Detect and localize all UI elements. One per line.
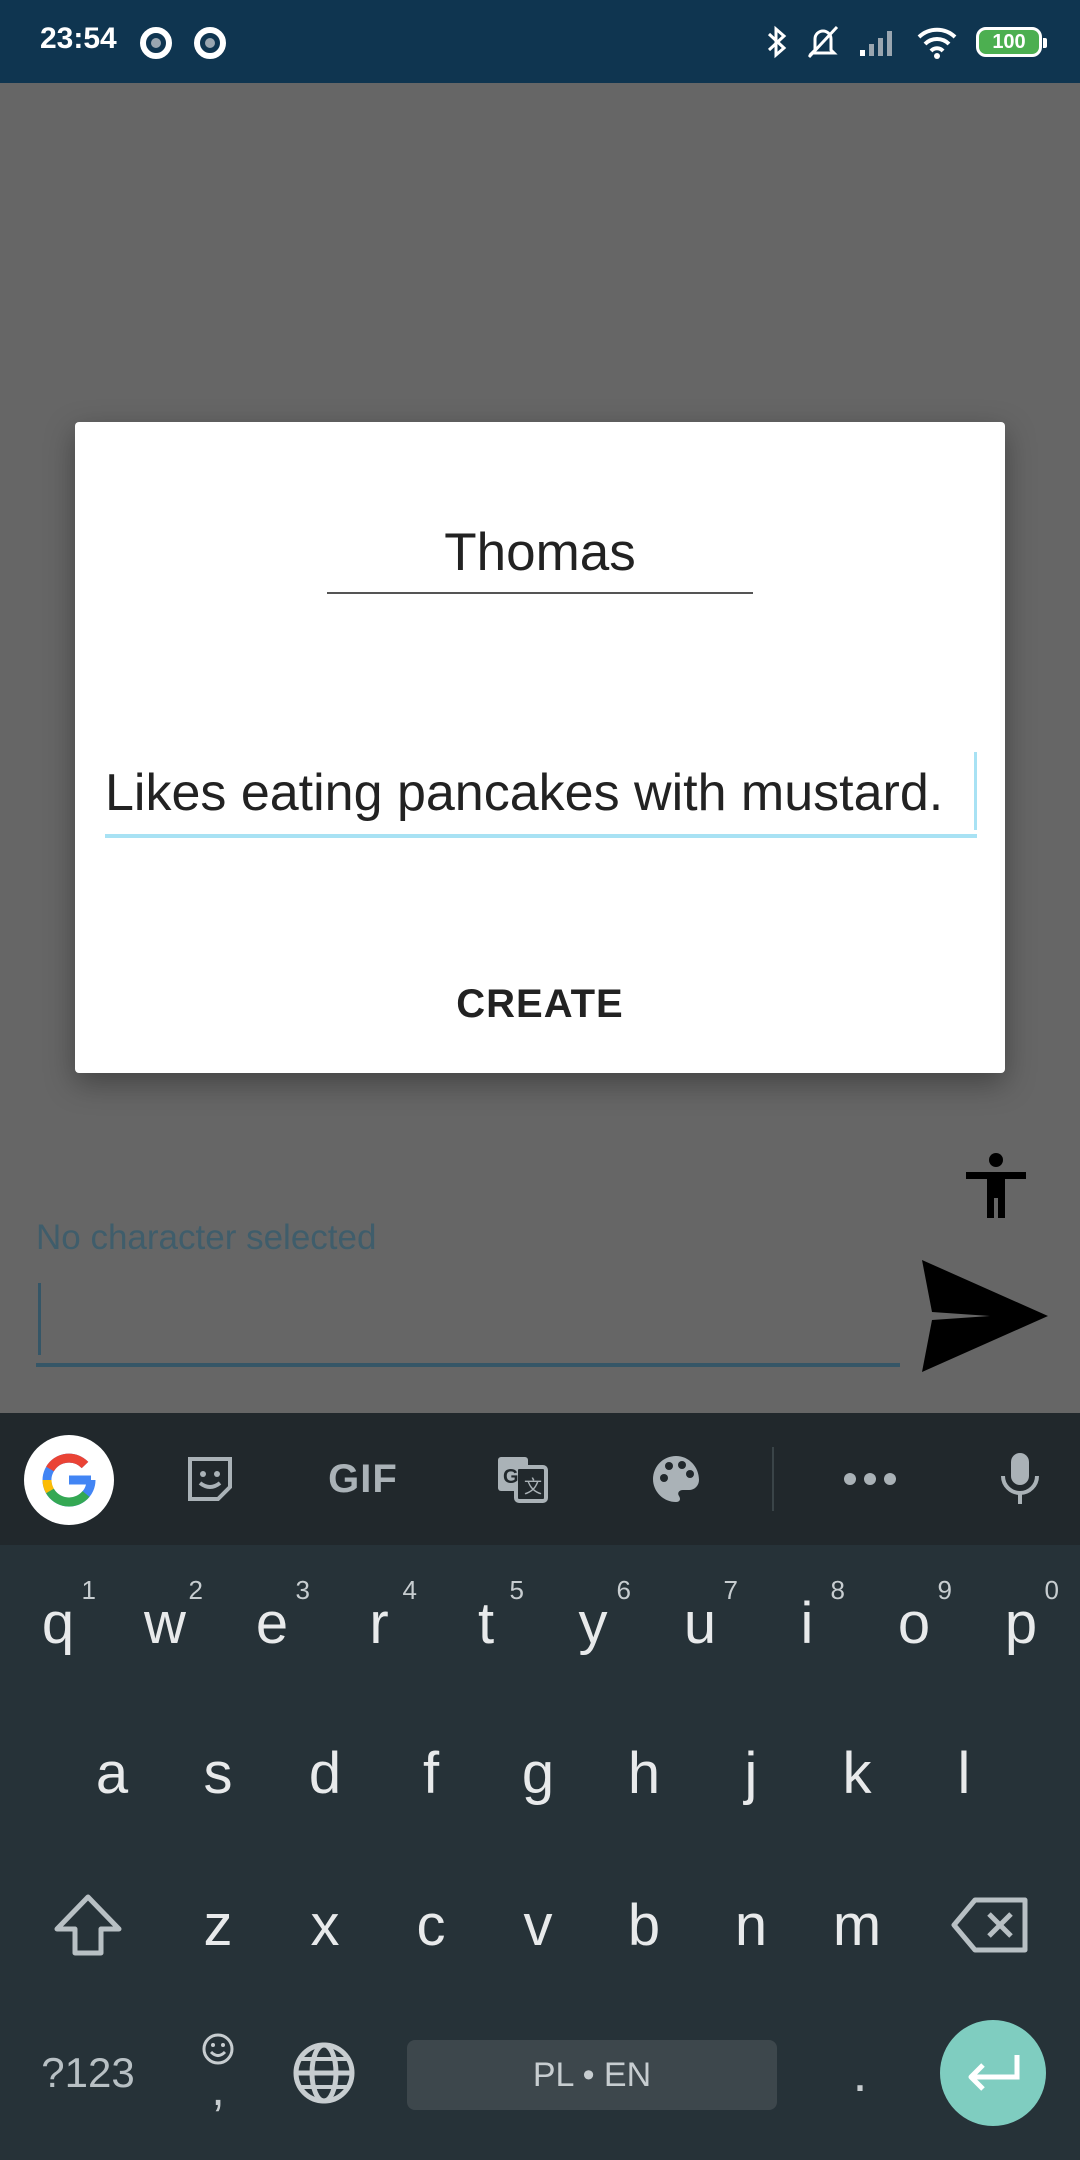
key-h[interactable]: h: [598, 1713, 690, 1833]
key-i[interactable]: i8: [761, 1563, 853, 1683]
mic-icon[interactable]: [980, 1439, 1060, 1519]
comma-label: ,: [211, 2063, 225, 2116]
soft-keyboard: GIF G文 q1 w2 e3 r4 t5 y6 u7 i8 o9 p0 a s…: [0, 1413, 1080, 2160]
character-name-field[interactable]: [327, 512, 753, 594]
svg-text:G: G: [503, 1466, 519, 1488]
character-status[interactable]: No character selected: [36, 1218, 376, 1258]
key-a[interactable]: a: [66, 1713, 158, 1833]
symbols-key[interactable]: ?123: [28, 2018, 148, 2128]
message-input[interactable]: [36, 1275, 900, 1367]
bluetooth-icon: [767, 25, 787, 59]
more-icon[interactable]: [830, 1439, 910, 1519]
notification-dot-icon: [194, 27, 226, 59]
palette-icon[interactable]: [636, 1439, 716, 1519]
key-b[interactable]: b: [598, 1865, 690, 1985]
emoji-icon: [202, 2033, 234, 2065]
backspace-key[interactable]: [940, 1865, 1040, 1985]
key-g[interactable]: g: [492, 1713, 584, 1833]
translate-icon[interactable]: G文: [482, 1439, 562, 1519]
accessibility-icon[interactable]: [960, 1150, 1032, 1222]
key-k[interactable]: k: [811, 1713, 903, 1833]
key-t[interactable]: t5: [440, 1563, 532, 1683]
status-time: 23:54: [40, 22, 117, 55]
key-u[interactable]: u7: [654, 1563, 746, 1683]
period-key[interactable]: .: [820, 2018, 900, 2128]
signal-icon: [860, 31, 892, 56]
google-icon[interactable]: [24, 1435, 114, 1525]
key-p[interactable]: p0: [975, 1563, 1067, 1683]
bell-off-icon: [807, 25, 839, 59]
key-m[interactable]: m: [811, 1865, 903, 1985]
key-l[interactable]: l: [918, 1713, 1010, 1833]
backspace-icon: [951, 1897, 1028, 1953]
key-o[interactable]: o9: [868, 1563, 960, 1683]
keyboard-toolbar: GIF G文: [0, 1413, 1080, 1545]
key-x[interactable]: x: [279, 1865, 371, 1985]
text-cursor: [974, 752, 977, 830]
shift-key[interactable]: [40, 1865, 136, 1985]
toolbar-divider: [772, 1447, 774, 1511]
notification-dot-icon: [140, 27, 172, 59]
status-icons: 100: [766, 18, 1047, 66]
create-character-dialog: CREATE: [75, 422, 1005, 1073]
key-s[interactable]: s: [172, 1713, 264, 1833]
create-button[interactable]: CREATE: [75, 962, 1005, 1046]
key-y[interactable]: y6: [547, 1563, 639, 1683]
key-j[interactable]: j: [705, 1713, 797, 1833]
space-key[interactable]: PL • EN: [407, 2040, 777, 2110]
sticker-icon[interactable]: [170, 1439, 250, 1519]
enter-key[interactable]: [940, 2020, 1046, 2126]
key-c[interactable]: c: [385, 1865, 477, 1985]
globe-icon: [293, 2042, 355, 2104]
key-v[interactable]: v: [492, 1865, 584, 1985]
emoji-comma-key[interactable]: ,: [180, 2013, 256, 2133]
key-d[interactable]: d: [279, 1713, 371, 1833]
shift-icon: [54, 1894, 122, 1956]
gif-button[interactable]: GIF: [318, 1439, 408, 1519]
character-description-field[interactable]: [105, 752, 977, 838]
enter-icon: [968, 2055, 1020, 2091]
key-e[interactable]: e3: [226, 1563, 318, 1683]
status-bar: 23:54 100: [0, 0, 1080, 83]
language-key[interactable]: [286, 2018, 362, 2128]
send-icon[interactable]: [920, 1258, 1050, 1374]
battery-icon: 100: [976, 27, 1047, 57]
wifi-icon: [917, 27, 957, 59]
key-n[interactable]: n: [705, 1865, 797, 1985]
svg-text:文: 文: [524, 1477, 542, 1497]
key-f[interactable]: f: [385, 1713, 477, 1833]
key-r[interactable]: r4: [333, 1563, 425, 1683]
key-q[interactable]: q1: [12, 1563, 104, 1683]
key-z[interactable]: z: [172, 1865, 264, 1985]
key-w[interactable]: w2: [119, 1563, 211, 1683]
